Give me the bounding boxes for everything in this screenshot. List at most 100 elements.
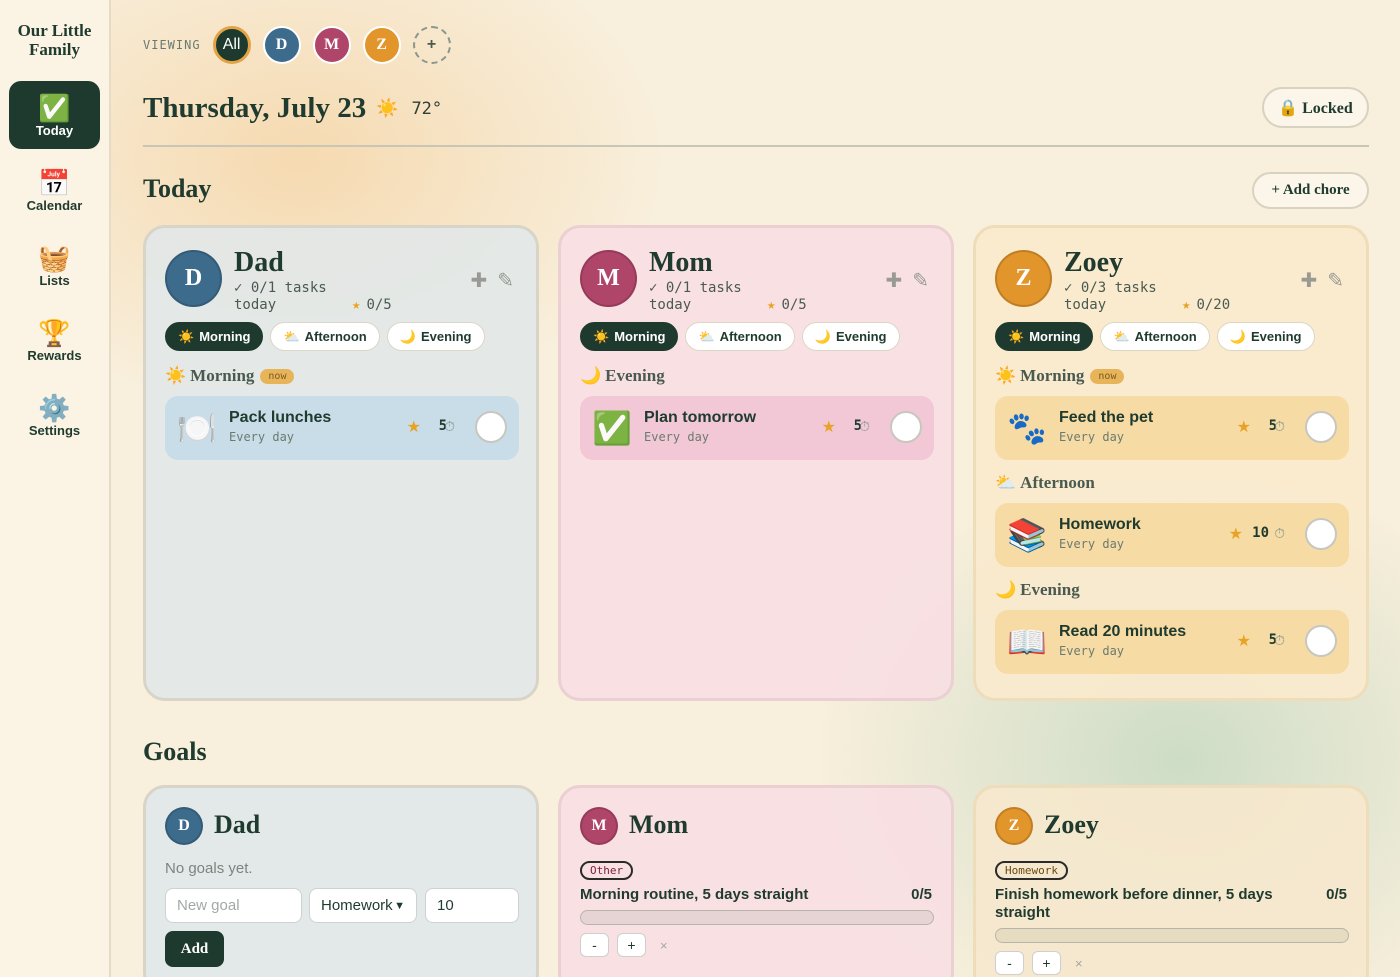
filter-mom-chip[interactable]: M bbox=[312, 26, 351, 64]
star-icon: ★ bbox=[1236, 419, 1251, 436]
points-count: 0/5 bbox=[781, 297, 807, 313]
nav-today[interactable]: ✅ Today bbox=[9, 81, 100, 149]
nav-settings[interactable]: ⚙️ Settings bbox=[9, 381, 100, 449]
calendar-icon: 📅 bbox=[38, 167, 71, 198]
tab-afternoon[interactable]: ⛅ Afternoon bbox=[270, 322, 380, 351]
chore-item[interactable]: 📖 Read 20 minutes Every day ★ 5 ⏱ bbox=[995, 610, 1349, 674]
chore-item[interactable]: 🐾 Feed the pet Every day ★ 5 ⏱ bbox=[995, 396, 1349, 460]
chore-frequency: Every day bbox=[1059, 537, 1125, 551]
moon-icon: 🌙 bbox=[995, 580, 1017, 599]
timer-icon[interactable]: ⏱ bbox=[1274, 418, 1285, 435]
increment-button[interactable]: + bbox=[617, 933, 646, 957]
complete-checkbox[interactable] bbox=[475, 411, 507, 443]
star-icon: ★ bbox=[1228, 526, 1243, 543]
complete-checkbox[interactable] bbox=[1305, 518, 1337, 550]
member-card-mom: M Mom ✓ 0/1 tasks today ★ 0/5 ✚ ✎ ☀️ Morning… bbox=[558, 225, 954, 701]
add-icon[interactable]: ✚ bbox=[885, 270, 902, 292]
goal-target-input[interactable]: 10 bbox=[425, 888, 519, 923]
chore-item[interactable]: ✅ Plan tomorrow Every day ★ 5 ⏱ bbox=[580, 396, 934, 460]
filter-all-chip[interactable]: All bbox=[212, 26, 251, 64]
chore-points: 10 bbox=[1252, 525, 1269, 541]
remove-goal-icon[interactable]: × bbox=[660, 938, 668, 953]
chore-frequency: Every day bbox=[229, 430, 295, 444]
timer-icon[interactable]: ⏱ bbox=[859, 418, 870, 435]
card-tools: ✚ ✎ bbox=[460, 268, 514, 293]
card-tools: ✚ ✎ bbox=[875, 268, 929, 293]
chore-frequency: Every day bbox=[644, 430, 710, 444]
nav-label: Settings bbox=[28, 422, 81, 438]
star-icon: ★ bbox=[352, 297, 361, 313]
time-tabs: ☀️ Morning ⛅ Afternoon 🌙 Evening bbox=[995, 322, 1322, 351]
tab-morning[interactable]: ☀️ Morning bbox=[995, 322, 1094, 351]
add-chore-button[interactable]: + Add chore bbox=[1252, 172, 1369, 209]
new-goal-input[interactable]: New goal bbox=[165, 888, 302, 923]
cloud-sun-icon: ⛅ bbox=[1113, 328, 1130, 344]
chore-item[interactable]: 📚 Homework Every day ★ 10 ⏱ bbox=[995, 503, 1349, 567]
goal-controls: - + × bbox=[580, 933, 668, 957]
tab-label: Morning bbox=[199, 329, 251, 344]
add-icon[interactable]: ✚ bbox=[1300, 270, 1317, 292]
decrement-button[interactable]: - bbox=[995, 951, 1024, 975]
nav-rewards[interactable]: 🏆 Rewards bbox=[9, 306, 100, 374]
empty-goals-text: No goals yet. bbox=[165, 860, 253, 877]
complete-checkbox[interactable] bbox=[1305, 411, 1337, 443]
tab-evening[interactable]: 🌙 Evening bbox=[801, 322, 900, 351]
paw-icon: 🐾 bbox=[1007, 410, 1047, 446]
cloud-sun-icon: ⛅ bbox=[995, 473, 1017, 492]
remove-goal-icon[interactable]: × bbox=[1075, 956, 1083, 971]
member-name: Mom bbox=[629, 810, 689, 839]
goal-category-select[interactable]: Homework ▼ bbox=[309, 888, 417, 923]
sun-icon: ☀️ bbox=[376, 98, 399, 118]
moon-icon: 🌙 bbox=[1229, 328, 1246, 344]
tab-afternoon[interactable]: ⛅ Afternoon bbox=[685, 322, 795, 351]
filter-dad-chip[interactable]: D bbox=[262, 26, 301, 64]
time-tabs: ☀️ Morning ⛅ Afternoon 🌙 Evening bbox=[165, 322, 492, 351]
card-tools: ✚ ✎ bbox=[1290, 268, 1344, 293]
complete-checkbox[interactable] bbox=[1305, 625, 1337, 657]
timer-icon[interactable]: ⏱ bbox=[1274, 525, 1285, 542]
timer-icon[interactable]: ⏱ bbox=[1274, 632, 1285, 649]
increment-button[interactable]: + bbox=[1032, 951, 1061, 975]
books-icon: 📚 bbox=[1007, 517, 1047, 553]
avatar: M bbox=[580, 807, 618, 845]
goal-controls: - + × bbox=[995, 951, 1083, 975]
nav-lists[interactable]: 🧺 Lists bbox=[9, 231, 100, 299]
locked-button[interactable]: 🔒 Locked bbox=[1262, 87, 1369, 128]
member-name: Dad bbox=[214, 810, 261, 839]
edit-icon[interactable]: ✎ bbox=[912, 270, 929, 292]
nav-calendar[interactable]: 📅 Calendar bbox=[9, 156, 100, 224]
chore-item[interactable]: 🍽️ Pack lunches Every day ★ 5 ⏱ bbox=[165, 396, 519, 460]
tab-evening[interactable]: 🌙 Evening bbox=[1216, 322, 1315, 351]
member-name: Zoey bbox=[1064, 247, 1124, 278]
tab-morning[interactable]: ☀️ Morning bbox=[580, 322, 679, 351]
goal-progress-bar bbox=[995, 928, 1349, 943]
decrement-button[interactable]: - bbox=[580, 933, 609, 957]
star-icon: ★ bbox=[1182, 297, 1191, 313]
group-label-morning: ☀️ Morning now bbox=[995, 366, 1125, 386]
goal-card-zoey: Z Zoey Homework Finish homework before d… bbox=[973, 785, 1369, 977]
tab-afternoon[interactable]: ⛅ Afternoon bbox=[1100, 322, 1210, 351]
add-member-button[interactable]: + bbox=[412, 26, 451, 64]
tab-evening[interactable]: 🌙 Evening bbox=[386, 322, 485, 351]
add-icon[interactable]: ✚ bbox=[470, 270, 487, 292]
complete-checkbox[interactable] bbox=[890, 411, 922, 443]
tab-label: Morning bbox=[614, 329, 666, 344]
tab-label: Morning bbox=[1029, 329, 1081, 344]
group-label-text: Evening bbox=[605, 366, 665, 385]
card-stats: ✓ 0/1 tasks today ★ 0/5 bbox=[234, 280, 434, 314]
edit-icon[interactable]: ✎ bbox=[1327, 270, 1344, 292]
filter-zoey-chip[interactable]: Z bbox=[362, 26, 401, 64]
today-title: Today bbox=[143, 174, 212, 203]
goal-title: Morning routine, 5 days straight bbox=[580, 886, 809, 903]
edit-icon[interactable]: ✎ bbox=[497, 270, 514, 292]
nav-label: Lists bbox=[39, 272, 70, 288]
timer-icon[interactable]: ⏱ bbox=[444, 418, 455, 435]
goal-progress: 0/5 bbox=[1326, 886, 1347, 903]
tab-label: Evening bbox=[420, 329, 472, 344]
cloud-sun-icon: ⛅ bbox=[283, 328, 300, 344]
avatar: Z bbox=[995, 807, 1033, 845]
sun-icon: ☀️ bbox=[995, 366, 1017, 385]
tab-morning[interactable]: ☀️ Morning bbox=[165, 322, 264, 351]
sun-icon: ☀️ bbox=[593, 328, 610, 344]
add-goal-button[interactable]: Add bbox=[165, 931, 224, 967]
